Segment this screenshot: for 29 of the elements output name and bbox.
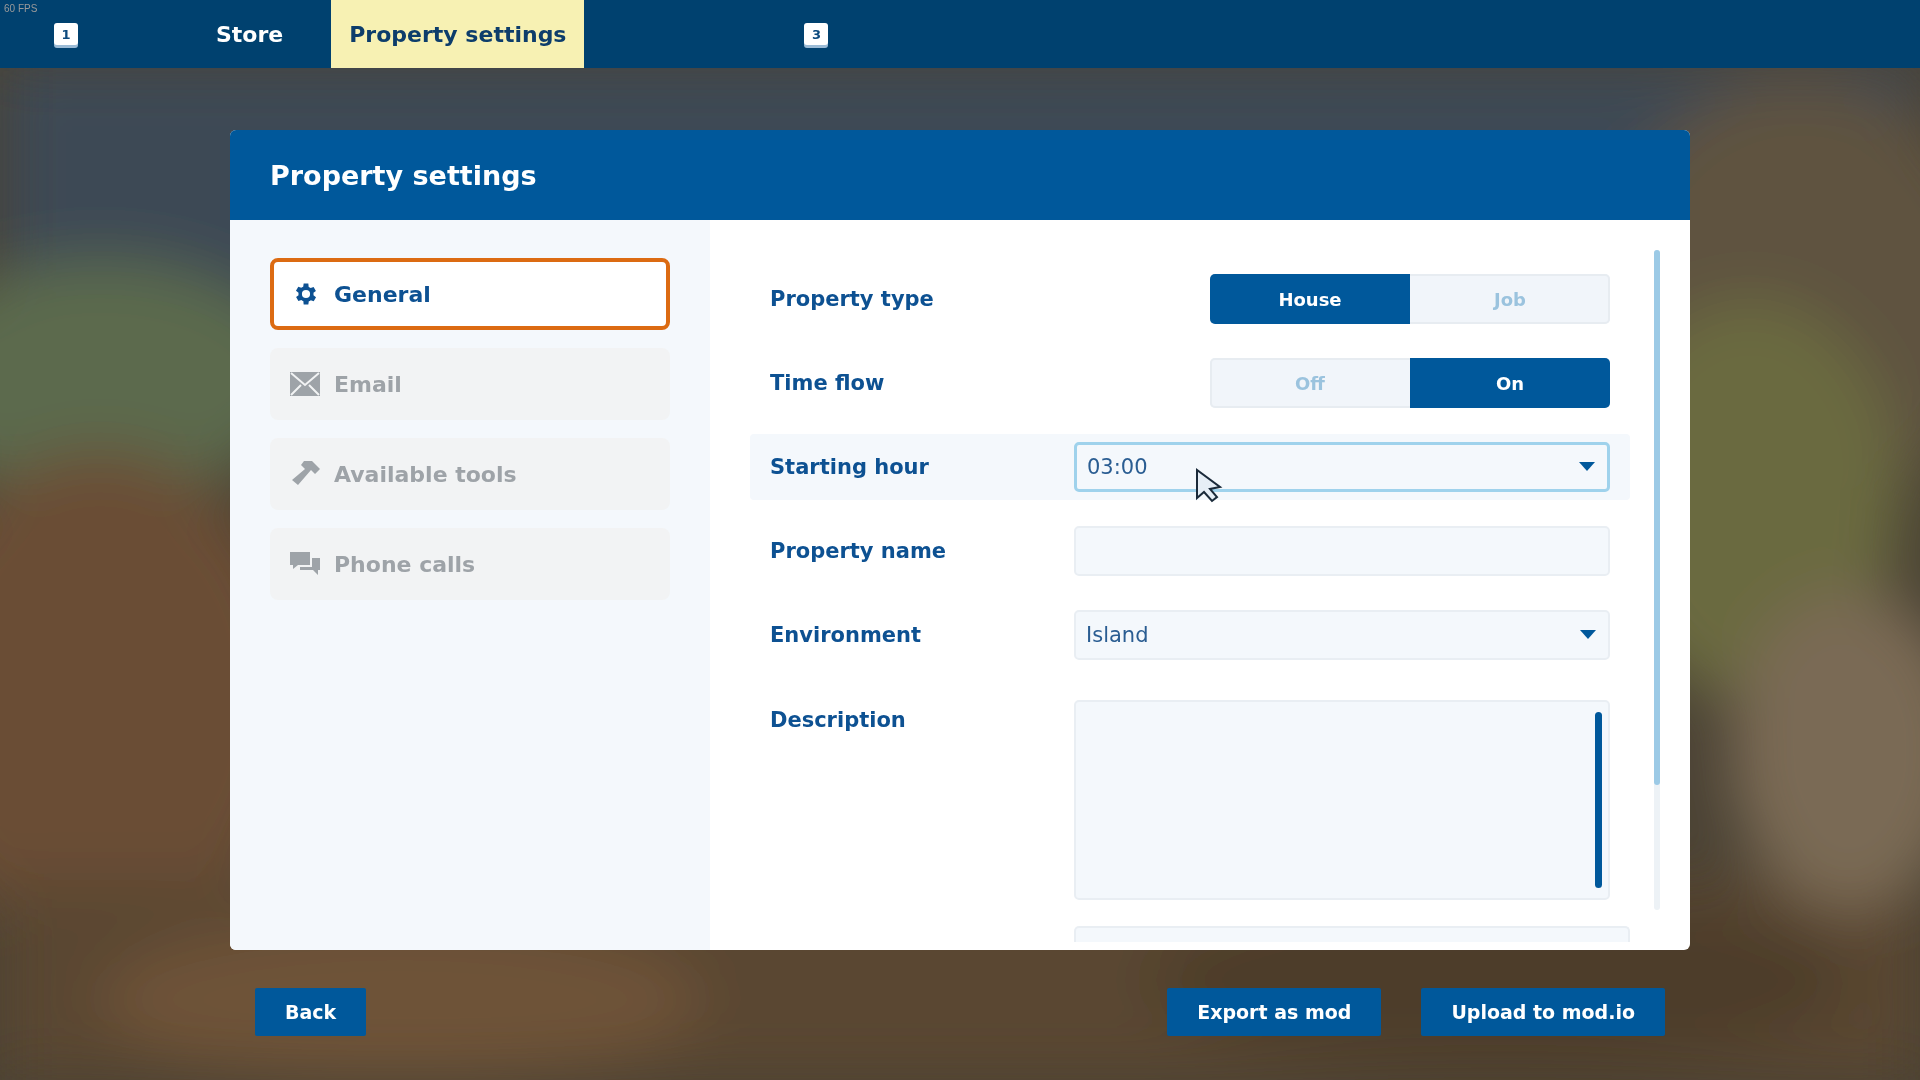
mouse-cursor-icon bbox=[1195, 468, 1225, 504]
back-button[interactable]: Back bbox=[255, 988, 367, 1036]
toggle-option[interactable]: On bbox=[1410, 358, 1610, 408]
dropdown-arrow-icon bbox=[1579, 462, 1595, 472]
hammer-icon bbox=[290, 461, 320, 487]
field-label: Starting hour bbox=[770, 455, 930, 479]
scrollbar-thumb[interactable] bbox=[1654, 250, 1660, 785]
key-hint[interactable]: 1 bbox=[54, 23, 78, 45]
fps-counter: 60 FPS bbox=[4, 3, 38, 14]
chat-icon bbox=[290, 552, 320, 576]
field-label: Property type bbox=[770, 287, 935, 311]
key-hint[interactable]: 3 bbox=[804, 23, 829, 45]
sidebar-item[interactable]: General bbox=[270, 258, 670, 330]
envelope-icon bbox=[290, 372, 320, 396]
field-label: Description bbox=[770, 707, 907, 732]
field-label: Property name bbox=[770, 539, 948, 563]
scrollbar-thumb[interactable] bbox=[1595, 712, 1602, 888]
dropdown-field[interactable]: 03:00 bbox=[1074, 442, 1610, 492]
dropdown-field[interactable]: Island bbox=[1074, 610, 1610, 660]
field-label: Environment bbox=[770, 623, 923, 647]
top-tab[interactable]: Store bbox=[198, 0, 302, 68]
toggle-option[interactable]: House bbox=[1210, 274, 1410, 324]
dropdown-arrow-icon bbox=[1580, 630, 1596, 640]
panel-title: Property settings bbox=[270, 159, 537, 191]
field-label: Time flow bbox=[770, 371, 886, 395]
text-area[interactable] bbox=[1074, 700, 1610, 900]
action-button[interactable]: Export as mod bbox=[1167, 988, 1382, 1036]
action-button[interactable]: Upload to mod.io bbox=[1421, 988, 1665, 1036]
top-tab[interactable]: Property settings bbox=[331, 0, 585, 68]
